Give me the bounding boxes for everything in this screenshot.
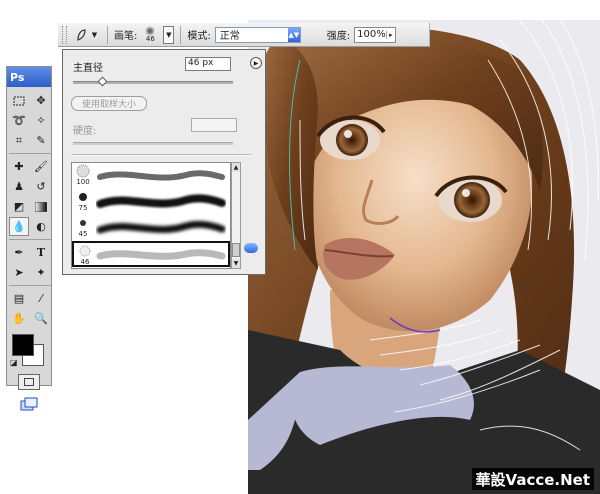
brush-label: 画笔: (114, 31, 138, 42)
mode-select[interactable]: 正常 ▲▼ (214, 26, 301, 43)
brush-preset-item-selected[interactable]: 46 (72, 241, 230, 267)
panel-resize-icon[interactable] (244, 243, 258, 253)
separator (71, 154, 251, 156)
scroll-down-icon[interactable]: ▼ (232, 259, 240, 268)
brush-tip-thumbnail-icon (74, 216, 92, 230)
panel-menu-arrow-icon[interactable]: ▶ (250, 57, 262, 69)
tool-preset-picker[interactable]: ▼ (71, 26, 101, 44)
brush-preset-item[interactable]: 45 (72, 215, 230, 241)
dodge-tool-icon[interactable]: ◐ (31, 217, 51, 236)
toolbox-header[interactable]: Ps (7, 67, 51, 87)
scroll-thumb[interactable] (232, 243, 240, 257)
brush-preset-size: 100 (76, 178, 90, 186)
left-eye-iris (336, 124, 368, 156)
hand-tool-icon[interactable]: ✋ (9, 309, 29, 328)
brush-preset-list: 100 75 45 46 (71, 162, 231, 269)
separator (9, 285, 51, 286)
hardness-slider[interactable] (73, 142, 233, 145)
brush-stroke-preview (96, 220, 226, 234)
quick-mask-icon (24, 378, 34, 386)
screen-mode-button[interactable] (19, 396, 39, 412)
preset-list-scrollbar[interactable]: ▲ ▼ (231, 162, 241, 269)
strength-field[interactable]: 100% ▸ (354, 26, 397, 43)
separator (9, 239, 51, 240)
master-diameter-slider-knob[interactable] (97, 76, 108, 87)
strength-label: 强度: (326, 31, 351, 42)
brush-preset-size: 75 (78, 204, 88, 212)
hardness-label: 硬度: (73, 126, 97, 137)
brush-picker[interactable]: 46 (141, 24, 159, 46)
master-diameter-input[interactable]: 46 px (185, 57, 231, 71)
toolbox: Ps ✥ ➰ ✧ ⌗ ✎ ✚ 🖌 ♟ ↺ ◩ 💧 ◐ ✒ T ➤ ✦ ▤ ⁄ ✋… (6, 66, 52, 411)
separator (107, 25, 108, 44)
options-bar: ▼ 画笔: 46 ▼ 模式: 正常 ▲▼ 强度: 100% ▸ (58, 23, 430, 47)
brush-preset-size: 45 (78, 230, 88, 238)
scroll-up-icon[interactable]: ▲ (232, 163, 240, 172)
strength-value: 100% (357, 29, 386, 40)
eyedropper-tool-icon[interactable]: ⁄ (31, 289, 51, 308)
right-eye-iris (454, 182, 490, 218)
brush-tip-thumbnail-icon (74, 164, 92, 178)
brush-preset-panel: 主直径 46 px ▶ 使用取样大小 硬度: 100 75 45 46 ▲ ▼ (62, 49, 266, 275)
separator (180, 25, 182, 44)
brush-stroke-preview (96, 249, 226, 260)
brush-size: 46 (145, 35, 155, 43)
blur-tool-icon[interactable]: 💧 (9, 217, 29, 236)
type-tool-icon[interactable]: T (31, 243, 51, 262)
notes-tool-icon[interactable]: ▤ (9, 289, 29, 308)
default-colors-icon[interactable]: ◪ (10, 358, 18, 367)
slider-popup-arrow-icon[interactable]: ▸ (385, 30, 395, 39)
mode-label: 模式: (187, 31, 211, 42)
separator (9, 153, 51, 154)
brush-tip-thumbnail-icon (76, 244, 94, 258)
lasso-tool-icon[interactable]: ➰ (9, 111, 29, 130)
pen-tool-icon[interactable]: ✒ (9, 243, 29, 262)
brush-preset-item[interactable]: 100 (72, 163, 230, 189)
ps-logo: Ps (10, 70, 25, 84)
move-tool-icon[interactable]: ✥ (31, 91, 51, 110)
brush-stroke-preview (97, 170, 225, 181)
brush-picker-dropdown[interactable]: ▼ (163, 25, 175, 44)
path-selection-tool-icon[interactable]: ➤ (9, 263, 29, 282)
brush-tool-icon[interactable]: 🖌 (31, 157, 51, 176)
zoom-tool-icon[interactable]: 🔍 (31, 309, 51, 328)
updown-arrows-icon: ▲▼ (287, 27, 300, 42)
brush-preset-size: 46 (80, 258, 90, 266)
watermark: 華設Vacce.Net (471, 468, 594, 490)
chevron-down-icon: ▼ (166, 30, 172, 39)
brush-tip-thumbnail-icon (74, 190, 92, 204)
gradient-tool-icon[interactable] (31, 197, 51, 216)
shape-tool-icon[interactable]: ✦ (31, 263, 51, 282)
color-swatches: ◪ (10, 330, 51, 370)
slice-tool-icon[interactable]: ✎ (31, 131, 51, 150)
options-bar-grip[interactable] (62, 25, 67, 44)
foreground-color-swatch[interactable] (12, 334, 34, 356)
clone-stamp-tool-icon[interactable]: ♟ (9, 177, 29, 196)
healing-brush-tool-icon[interactable]: ✚ (9, 157, 29, 176)
chevron-down-icon: ▼ (91, 30, 98, 39)
mode-value: 正常 (219, 31, 240, 42)
blur-tool-icon (77, 28, 86, 41)
brush-preset-item[interactable]: 75 (72, 189, 230, 215)
use-sample-size-button[interactable]: 使用取样大小 (71, 96, 147, 111)
quick-mask-button[interactable] (18, 374, 40, 390)
marquee-tool-icon[interactable] (9, 91, 29, 110)
eraser-tool-icon[interactable]: ◩ (9, 197, 29, 216)
master-diameter-label: 主直径 (73, 63, 103, 74)
crop-tool-icon[interactable]: ⌗ (9, 131, 29, 150)
history-brush-tool-icon[interactable]: ↺ (31, 177, 51, 196)
hardness-input[interactable] (191, 118, 237, 132)
brush-stroke-preview (96, 194, 226, 208)
screen-mode-icon (20, 397, 38, 411)
magic-wand-tool-icon[interactable]: ✧ (31, 111, 51, 130)
